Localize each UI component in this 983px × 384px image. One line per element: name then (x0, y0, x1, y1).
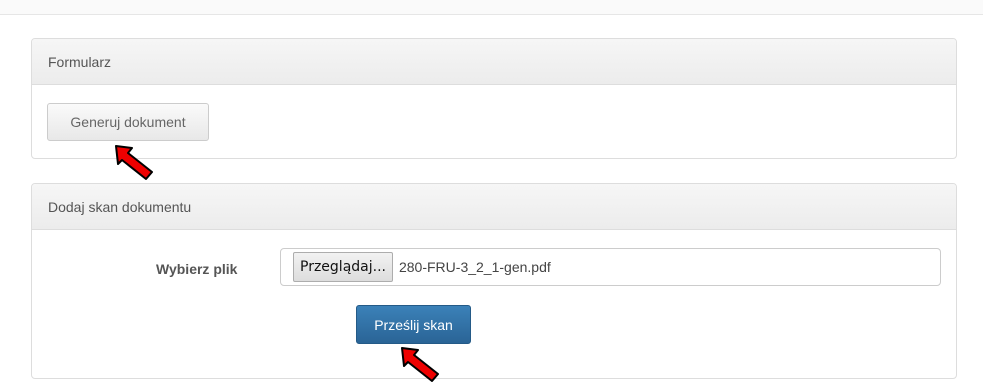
file-label: Wybierz plik (156, 261, 238, 277)
form-panel: Formularz Generuj dokument (31, 38, 957, 159)
browse-button[interactable]: Przeglądaj... (293, 252, 393, 282)
selected-file-name: 280-FRU-3_2_1-gen.pdf (398, 259, 551, 275)
generate-document-button[interactable]: Generuj dokument (47, 103, 209, 141)
upload-scan-button[interactable]: Prześlij skan (356, 305, 471, 344)
file-input[interactable]: Przeglądaj... 280-FRU-3_2_1-gen.pdf (280, 248, 941, 286)
arrow-pointer-icon (401, 347, 439, 382)
scan-panel-heading: Dodaj skan dokumentu (32, 184, 956, 230)
top-strip (0, 0, 983, 15)
scan-upload-panel: Dodaj skan dokumentu Wybierz plik Przegl… (31, 183, 957, 379)
arrow-pointer-icon (115, 145, 153, 180)
form-panel-heading: Formularz (32, 39, 956, 85)
